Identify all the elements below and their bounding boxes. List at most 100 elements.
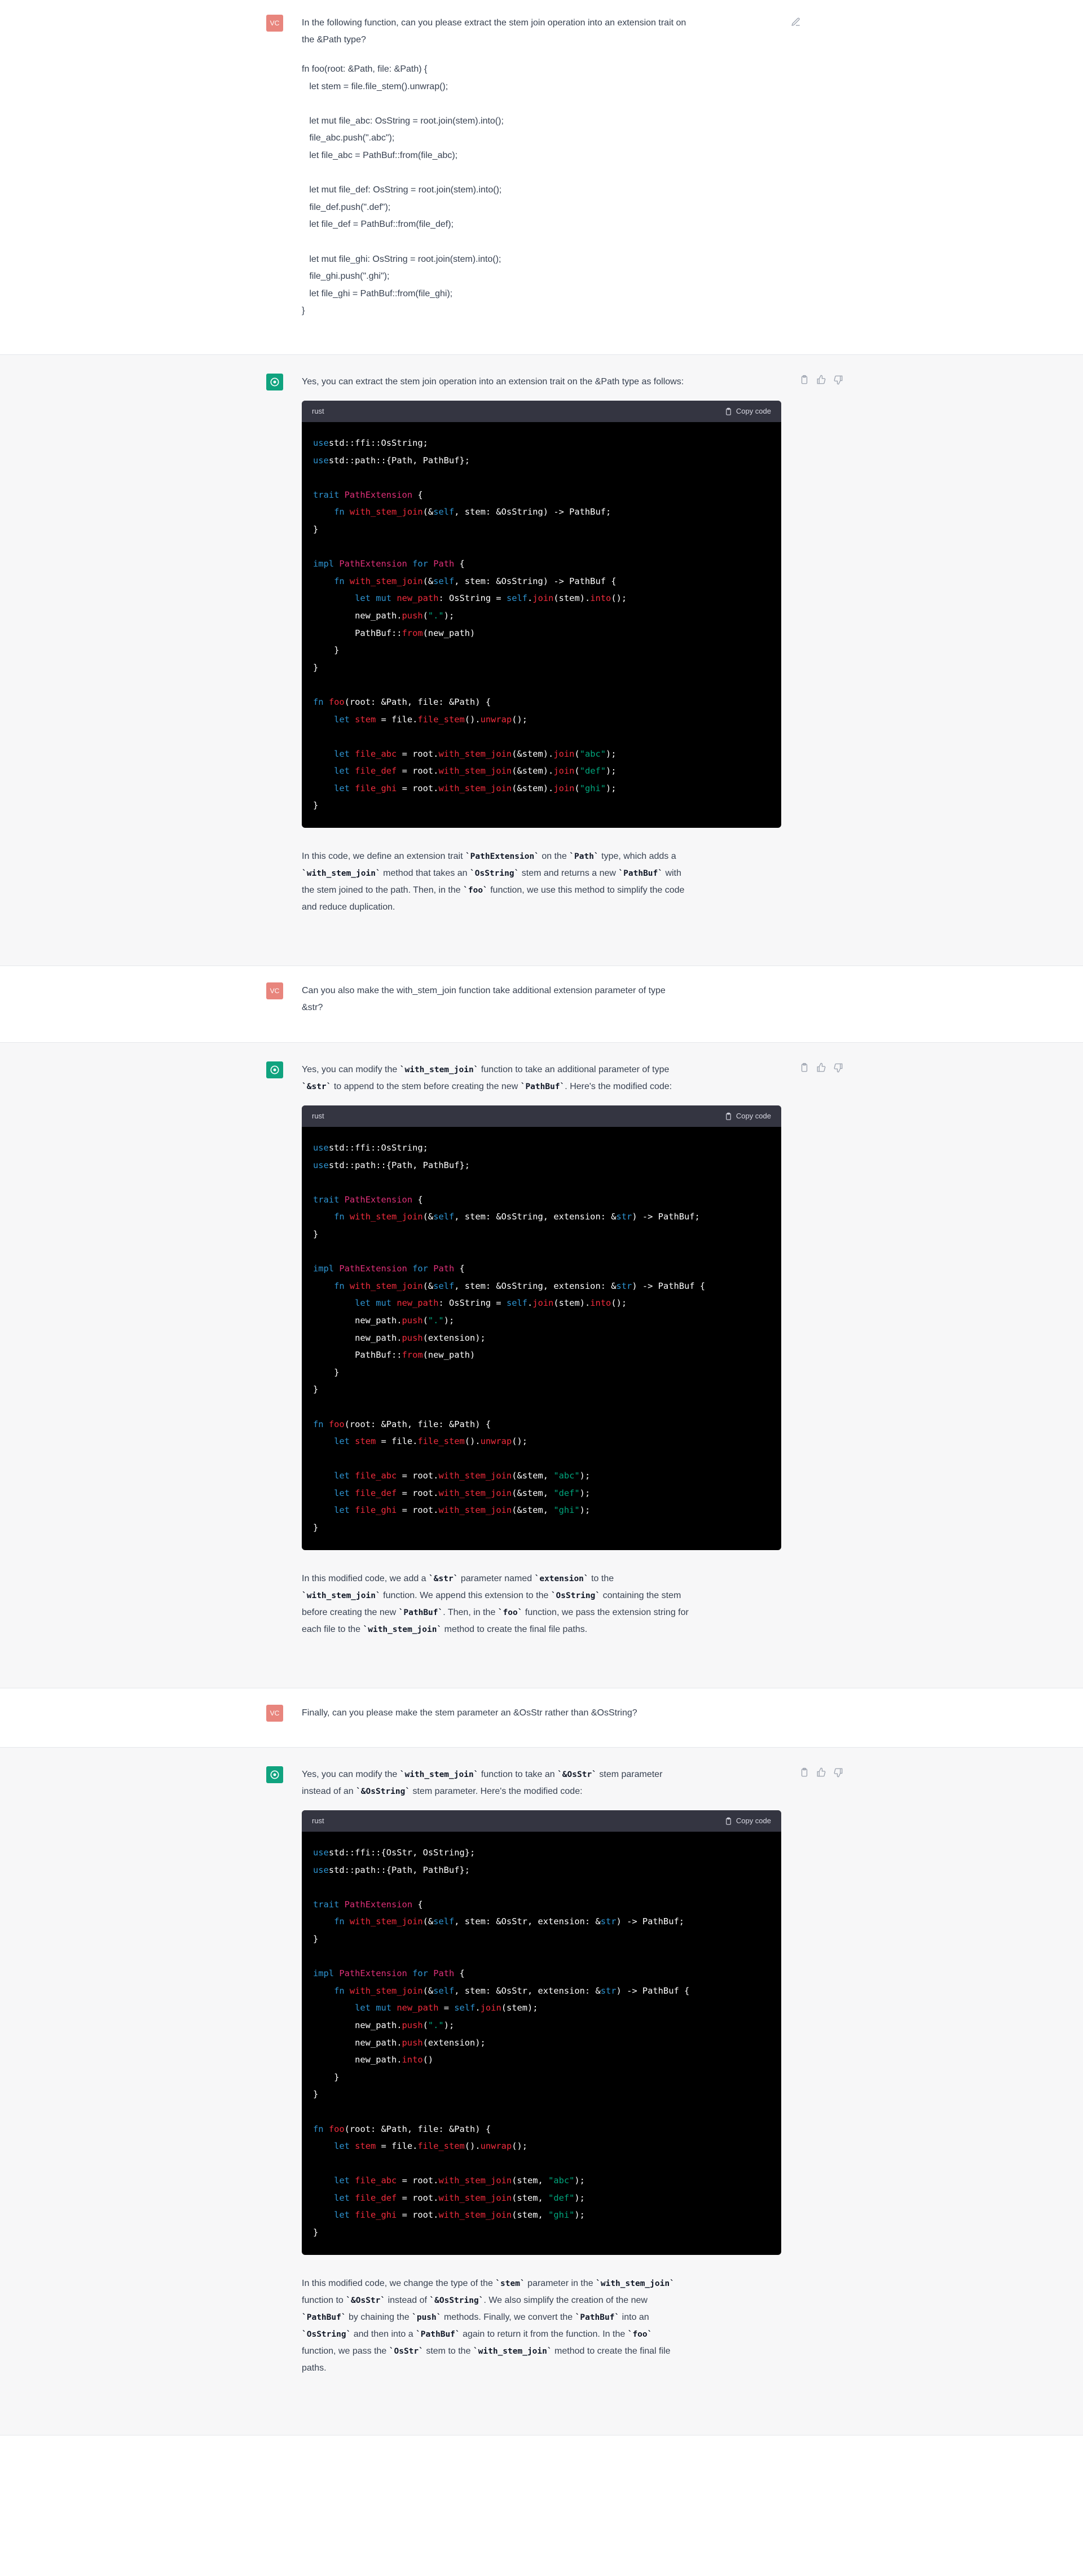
code-token: file_stem bbox=[417, 714, 465, 725]
code-token: std::path::{Path, PathBuf}; bbox=[328, 1160, 470, 1170]
code-token: PathExtension bbox=[344, 1194, 413, 1205]
text-line: `OsString` and then into a `PathBuf` aga… bbox=[302, 2326, 781, 2343]
code-token: push bbox=[402, 2020, 423, 2030]
code-line: } bbox=[313, 1381, 770, 1398]
text-span: instead of an bbox=[302, 1787, 356, 1796]
thumbs-down-icon[interactable] bbox=[833, 1063, 843, 1073]
thumbs-up-icon[interactable] bbox=[816, 1767, 826, 1778]
code-token: with_stem_join bbox=[438, 1471, 512, 1481]
code-token: ); bbox=[574, 2192, 585, 2203]
code-line: let file_ghi = root.with_stem_join(stem,… bbox=[313, 2206, 770, 2224]
text-span: into an bbox=[619, 2312, 649, 2322]
code-token: with_stem_join bbox=[349, 1280, 423, 1291]
code-token: self bbox=[433, 1916, 455, 1927]
code-token: (&stem). bbox=[512, 748, 554, 759]
openai-logo-icon bbox=[270, 1770, 279, 1779]
copy-icon[interactable] bbox=[799, 1063, 809, 1073]
code-token: ( bbox=[574, 783, 580, 793]
thumbs-down-icon[interactable] bbox=[833, 1767, 843, 1778]
code-token: self bbox=[506, 593, 528, 604]
code-token: (). bbox=[464, 714, 481, 725]
code-token: self bbox=[433, 1212, 455, 1222]
code-token: } bbox=[313, 2089, 319, 2100]
code-line: fn with_stem_join(&self, stem: &OsString… bbox=[313, 503, 770, 521]
code-line: usestd::path::{Path, PathBuf}; bbox=[313, 1157, 770, 1174]
text-line: each file to the `with_stem_join` method… bbox=[302, 1621, 781, 1638]
code-token: , stem: &OsString) -> PathBuf { bbox=[454, 576, 617, 586]
copy-icon[interactable] bbox=[799, 1767, 809, 1778]
thumbs-down-icon[interactable] bbox=[833, 375, 843, 385]
code-line: new_path.push(extension); bbox=[313, 1329, 770, 1347]
code-token: "ghi" bbox=[553, 1505, 580, 1516]
inline-code: `foo` bbox=[463, 886, 488, 896]
code-token: join bbox=[532, 1298, 554, 1309]
thumbs-up-icon[interactable] bbox=[816, 1063, 826, 1073]
code-token: ); bbox=[579, 1487, 591, 1498]
code-token: into bbox=[402, 2055, 423, 2065]
code-token: std::path::{Path, PathBuf}; bbox=[328, 1864, 470, 1875]
code-line: } bbox=[313, 1519, 770, 1537]
thumbs-up-icon[interactable] bbox=[816, 375, 826, 385]
copy-code-button[interactable]: Copy code bbox=[724, 403, 771, 420]
code-line: } bbox=[313, 2224, 770, 2241]
edit-icon[interactable] bbox=[791, 17, 801, 27]
code-token: fn bbox=[313, 696, 324, 707]
copy-code-button[interactable]: Copy code bbox=[724, 1108, 771, 1125]
code-line: new_path.push("."); bbox=[313, 607, 770, 625]
code-line: let file_ghi = root.with_stem_join(&stem… bbox=[313, 780, 770, 797]
code-token: let bbox=[355, 1298, 371, 1309]
code-token: mut bbox=[376, 593, 392, 604]
code-token: } bbox=[313, 800, 319, 811]
code-block: rust Copy code usestd::ffi::{OsStr, OsSt… bbox=[302, 1810, 781, 2255]
code-token: file_abc bbox=[355, 2175, 397, 2186]
user-message-2: VC Can you also make the with_stem_join … bbox=[0, 966, 1083, 1043]
code-token: trait bbox=[313, 1899, 340, 1910]
code-token: with_stem_join bbox=[349, 1916, 423, 1927]
code-token: (stem, bbox=[512, 2175, 549, 2186]
code-token: join bbox=[480, 2003, 501, 2013]
code-line: let stem = file.file_stem().unwrap(); bbox=[313, 711, 770, 729]
code-token: fn bbox=[334, 1985, 345, 1996]
code-token: (stem, bbox=[512, 2210, 549, 2220]
code-token: = root. bbox=[397, 2192, 439, 2203]
code-token: new_path. bbox=[313, 2055, 402, 2065]
code-token: file_def bbox=[355, 2192, 397, 2203]
code-token: : OsString = bbox=[438, 1298, 507, 1309]
code-token: : OsString = bbox=[438, 593, 507, 604]
text-span: function to take an bbox=[478, 1770, 558, 1779]
code-token: = root. bbox=[397, 2210, 439, 2220]
code-token: let bbox=[334, 1505, 350, 1516]
text-span: stem to the bbox=[423, 2346, 473, 2356]
code-line: ​ bbox=[313, 1243, 770, 1261]
inline-code: `OsString` bbox=[551, 1591, 601, 1600]
code-token: } bbox=[313, 1367, 340, 1377]
code-token: fn bbox=[334, 1916, 345, 1927]
copy-code-button[interactable]: Copy code bbox=[724, 1813, 771, 1829]
code-token: file_ghi bbox=[355, 2210, 397, 2220]
code-token: { bbox=[412, 1899, 423, 1910]
inline-code: `push` bbox=[412, 2312, 442, 2322]
code-line: } bbox=[313, 521, 770, 538]
code-token: PathExtension bbox=[339, 1263, 407, 1274]
code-token: file_stem bbox=[417, 2141, 465, 2152]
copy-code-label: Copy code bbox=[736, 1112, 771, 1120]
code-token: let bbox=[334, 2141, 350, 2152]
code-token: self bbox=[454, 2003, 476, 2013]
code-token: "abc" bbox=[553, 1471, 580, 1481]
code-token: new_path. bbox=[313, 610, 402, 621]
code-token: use bbox=[313, 1143, 329, 1153]
code-token: } bbox=[313, 1228, 319, 1239]
code-token: { bbox=[454, 559, 465, 569]
copy-icon[interactable] bbox=[799, 375, 809, 385]
code-token: self bbox=[433, 1985, 455, 1996]
code-token: file_abc bbox=[355, 748, 397, 759]
code-line: let stem = file.file_stem().unwrap(); bbox=[313, 2138, 770, 2155]
code-token: "ghi" bbox=[548, 2210, 575, 2220]
